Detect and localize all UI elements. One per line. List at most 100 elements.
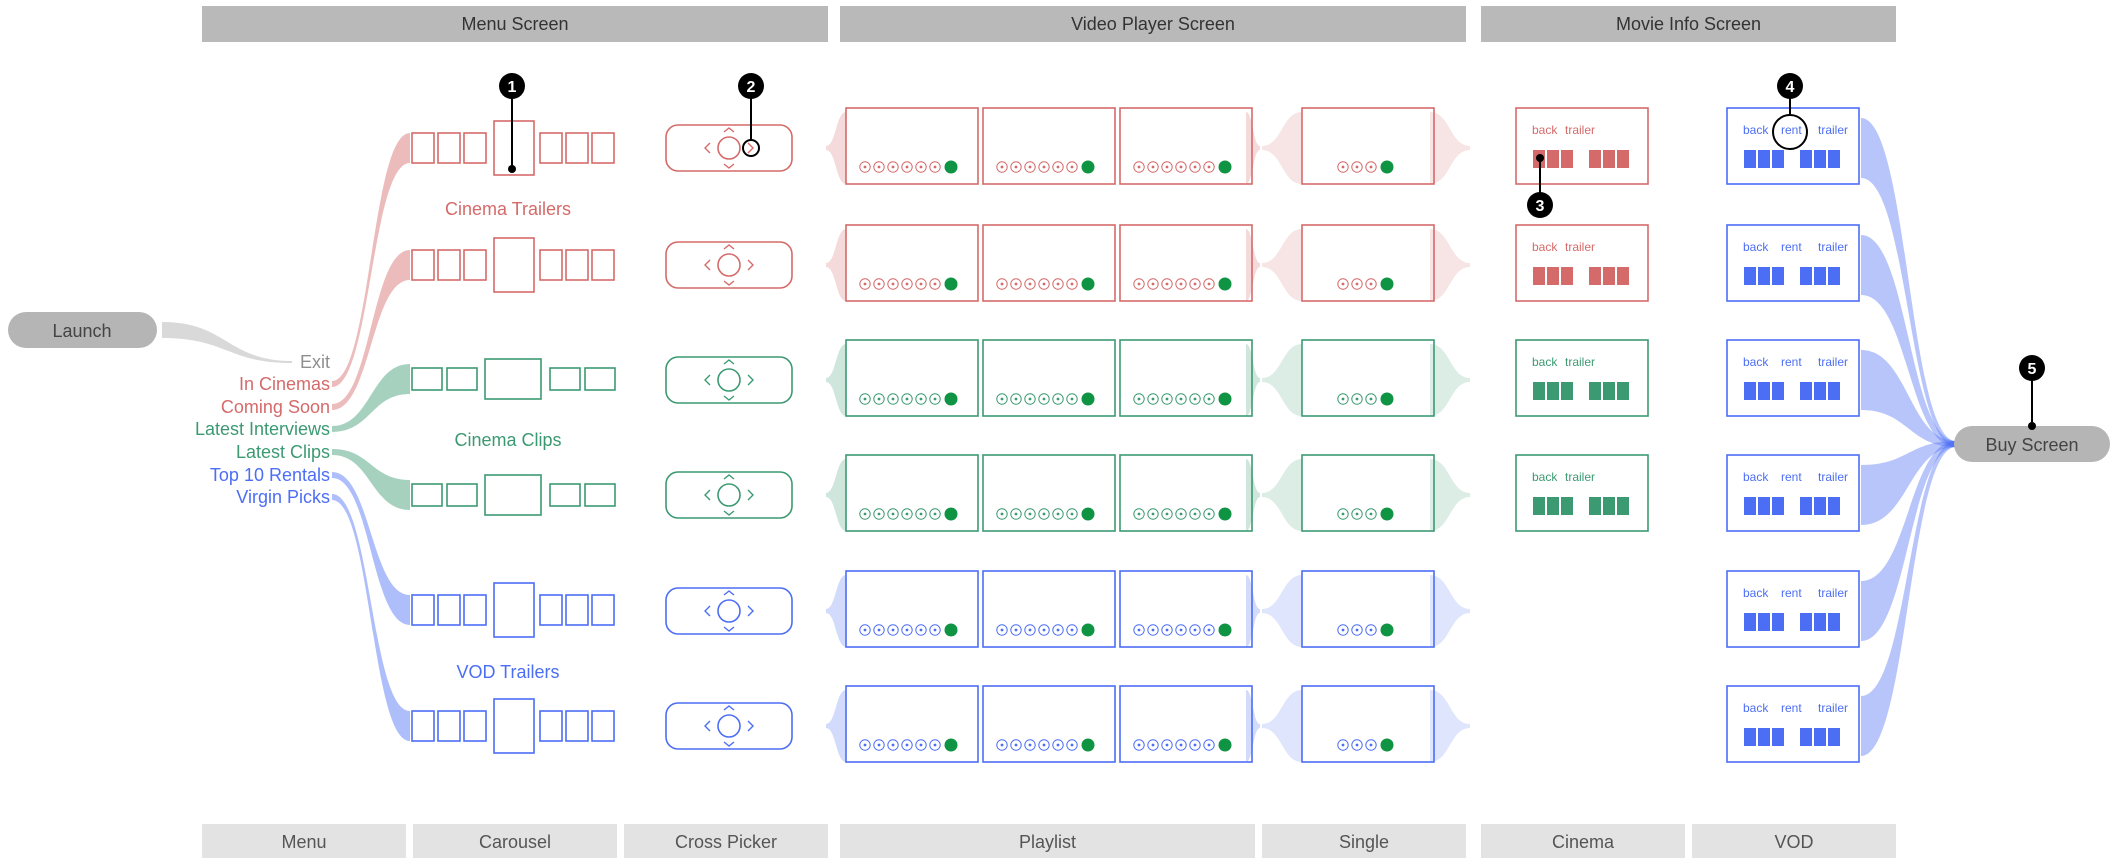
playlist-video-frame[interactable] (1119, 454, 1253, 532)
rent-button[interactable]: rent (1781, 240, 1802, 254)
player-control-glyph (863, 165, 867, 169)
player-control-glyph (919, 397, 923, 401)
trailer-button[interactable]: trailer (1818, 355, 1848, 369)
picker-center (717, 483, 741, 507)
playlist-video-frame[interactable] (982, 570, 1116, 648)
carousel-group-label: Cinema Clips (454, 430, 561, 450)
back-button[interactable]: back (1743, 240, 1769, 254)
playlist-video-frame[interactable] (1119, 224, 1253, 302)
callout-marker: 5 (2019, 355, 2045, 430)
cross-picker[interactable] (665, 471, 793, 519)
player-control-glyph (1070, 512, 1074, 516)
trailer-button[interactable]: trailer (1818, 701, 1848, 715)
flow-single-edge (1430, 575, 1470, 647)
single-video-frame[interactable] (1301, 224, 1435, 302)
playlist-video-frame[interactable] (845, 685, 979, 763)
playlist-video-frame[interactable] (982, 107, 1116, 185)
cross-picker[interactable] (665, 702, 793, 750)
menu-item[interactable]: Latest Clips (236, 442, 330, 462)
flow-playlist-edge (1246, 459, 1260, 531)
status-indicator-icon (944, 507, 958, 521)
back-button[interactable]: back (1743, 355, 1769, 369)
single-video-frame[interactable] (1301, 454, 1435, 532)
menu-item[interactable]: Virgin Picks (236, 487, 330, 507)
info-tile (1561, 497, 1573, 515)
single-video-frame[interactable] (1301, 570, 1435, 648)
playlist-video-frame[interactable] (982, 339, 1116, 417)
back-button[interactable]: back (1743, 586, 1769, 600)
picker-frame (665, 241, 793, 289)
status-indicator-icon (1081, 392, 1095, 406)
player-control-glyph (1014, 743, 1018, 747)
chevron-up-icon (723, 244, 735, 250)
player-control-glyph (1056, 628, 1060, 632)
cross-picker[interactable] (665, 587, 793, 635)
picker-center (717, 714, 741, 738)
playlist-video-frame[interactable] (845, 339, 979, 417)
menu-item[interactable]: Top 10 Rentals (210, 465, 330, 485)
trailer-button[interactable]: trailer (1818, 586, 1848, 600)
info-tile (1603, 497, 1615, 515)
trailer-button[interactable]: trailer (1818, 470, 1848, 484)
playlist-video-frame[interactable] (982, 224, 1116, 302)
carousel-focus-thumb (484, 358, 542, 400)
rent-button[interactable]: rent (1781, 701, 1802, 715)
rent-button[interactable]: rent (1781, 355, 1802, 369)
player-control-glyph (877, 512, 881, 516)
cross-picker[interactable] (665, 356, 793, 404)
back-button[interactable]: back (1532, 470, 1558, 484)
video-frame (1301, 454, 1435, 532)
player-control-glyph (1014, 165, 1018, 169)
info-tile (1533, 497, 1545, 515)
playlist-video-frame[interactable] (1119, 339, 1253, 417)
picker-frame (665, 471, 793, 519)
info-tile (1814, 613, 1826, 631)
player-control-glyph (1207, 165, 1211, 169)
player-control-glyph (863, 282, 867, 286)
callout-number: 4 (1786, 79, 1795, 96)
cinema-info-card: back trailer (1515, 107, 1649, 185)
trailer-button[interactable]: trailer (1818, 240, 1848, 254)
trailer-button[interactable]: trailer (1565, 123, 1595, 137)
back-button[interactable]: back (1532, 123, 1558, 137)
playlist-video-frame[interactable] (982, 685, 1116, 763)
back-button[interactable]: back (1743, 701, 1769, 715)
info-tile (1828, 728, 1840, 746)
single-video-frame[interactable] (1301, 107, 1435, 185)
playlist-video-frame[interactable] (1119, 570, 1253, 648)
player-control-glyph (1000, 397, 1004, 401)
back-button[interactable]: back (1532, 355, 1558, 369)
back-button[interactable]: back (1743, 470, 1769, 484)
info-tile (1772, 728, 1784, 746)
playlist-video-frame[interactable] (1119, 685, 1253, 763)
playlist-video-frame[interactable] (845, 107, 979, 185)
playlist-video-frame[interactable] (845, 224, 979, 302)
trailer-button[interactable]: trailer (1565, 240, 1595, 254)
menu-item[interactable]: Exit (300, 352, 330, 372)
menu-item[interactable]: Coming Soon (221, 397, 330, 417)
rent-button[interactable]: rent (1781, 123, 1802, 137)
playlist-video-frame[interactable] (982, 454, 1116, 532)
single-video-frame[interactable] (1301, 685, 1435, 763)
rent-button[interactable]: rent (1781, 586, 1802, 600)
trailer-button[interactable]: trailer (1565, 470, 1595, 484)
playlist-video-frame[interactable] (1119, 107, 1253, 185)
menu-item[interactable]: In Cinemas (239, 374, 330, 394)
trailer-button[interactable]: trailer (1818, 123, 1848, 137)
playlist-video-frame[interactable] (845, 454, 979, 532)
chevron-up-icon (723, 127, 735, 133)
cross-picker[interactable] (665, 241, 793, 289)
info-tile (1828, 150, 1840, 168)
playlist-video-frame[interactable] (845, 570, 979, 648)
single-video-frame[interactable] (1301, 339, 1435, 417)
rent-button[interactable]: rent (1781, 470, 1802, 484)
chevron-right-icon (747, 605, 754, 617)
cross-picker[interactable] (665, 124, 793, 172)
menu-item[interactable]: Latest Interviews (195, 419, 330, 439)
trailer-button[interactable]: trailer (1565, 355, 1595, 369)
info-tile (1814, 150, 1826, 168)
status-indicator-icon (1218, 160, 1232, 174)
back-button[interactable]: back (1532, 240, 1558, 254)
info-tile (1744, 382, 1756, 400)
back-button[interactable]: back (1743, 123, 1769, 137)
